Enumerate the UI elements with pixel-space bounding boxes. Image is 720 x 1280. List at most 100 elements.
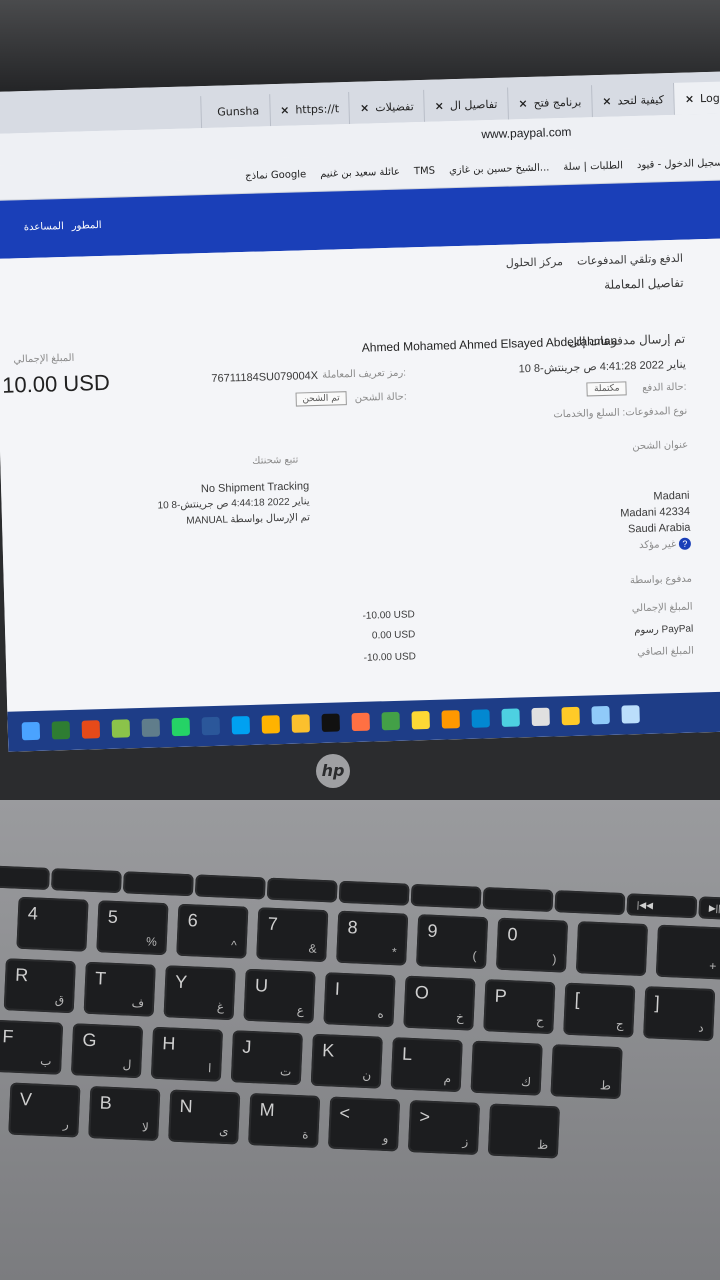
- key-arabic-label: ج: [615, 1016, 624, 1032]
- function-key[interactable]: [50, 868, 122, 894]
- keyboard-key[interactable]: 6 ^: [176, 903, 249, 959]
- app-icon[interactable]: [531, 707, 550, 727]
- photo: × Logged × كيفية لتحد × برنامج فتح × تفاصيل ال ×…: [0, 0, 720, 1280]
- key-arabic-label: لا: [141, 1120, 150, 1135]
- keyboard-key[interactable]: > ز: [407, 1099, 481, 1155]
- keyboard-key[interactable]: ] د: [643, 986, 716, 1042]
- keyboard-key[interactable]: 9(: [416, 914, 489, 970]
- breadcrumb-payments[interactable]: الدفع وتلقي المدفوعات: [577, 252, 683, 268]
- keyboard-key[interactable]: 4: [16, 896, 89, 952]
- close-icon[interactable]: ×: [685, 92, 695, 105]
- folder-icon[interactable]: [291, 714, 311, 733]
- breadcrumb-resolution[interactable]: مركز الحلول: [506, 255, 563, 270]
- function-key[interactable]: ▶||: [698, 896, 720, 922]
- settings-icon[interactable]: [501, 708, 520, 727]
- bookmark-item[interactable]: TMS: [414, 165, 435, 177]
- function-key[interactable]: [482, 886, 554, 913]
- keyboard-key[interactable]: 0): [495, 917, 569, 973]
- browser-tab[interactable]: × كيفية لتحد: [590, 82, 675, 118]
- keyboard-key[interactable]: [575, 921, 649, 977]
- bookmark-item[interactable]: عائلة سعيد بن غنيم: [320, 166, 400, 179]
- app-icon[interactable]: [111, 719, 131, 738]
- close-icon[interactable]: ×: [280, 103, 290, 116]
- nav-help-link[interactable]: المساعدة: [24, 221, 64, 233]
- keyboard-key[interactable]: Hا: [150, 1026, 224, 1082]
- keyboard-key[interactable]: Vر: [8, 1082, 81, 1138]
- nav-developer-link[interactable]: المطور: [72, 220, 102, 232]
- start-icon[interactable]: [21, 721, 41, 741]
- function-key[interactable]: [338, 880, 410, 906]
- function-key[interactable]: [266, 877, 338, 903]
- app-icon[interactable]: [591, 705, 610, 725]
- keyboard-key[interactable]: Oخ: [403, 975, 476, 1031]
- keyboard-key[interactable]: ك: [470, 1040, 543, 1096]
- keyboard-key[interactable]: Jت: [230, 1030, 303, 1086]
- office-icon[interactable]: [81, 720, 101, 739]
- browser-tab[interactable]: × https://t: [268, 91, 350, 127]
- keyboard-key[interactable]: +: [655, 924, 720, 980]
- key-latin-label: I: [334, 978, 341, 999]
- keyboard-key[interactable]: Gل: [70, 1023, 144, 1079]
- browser-tab[interactable]: × Logged: [673, 80, 720, 115]
- app-icon[interactable]: [621, 705, 640, 724]
- keyboard-key[interactable]: 7 &: [256, 907, 329, 963]
- function-key[interactable]: [194, 874, 266, 900]
- bookmark-item[interactable]: تسجيل الدخول - قيود: [637, 157, 720, 170]
- key-latin-label: L: [401, 1043, 413, 1065]
- browser-tab[interactable]: × تفاصيل ال: [423, 87, 508, 122]
- word-icon[interactable]: [201, 716, 221, 736]
- keyboard-key[interactable]: Tف: [83, 961, 156, 1017]
- function-key[interactable]: [0, 865, 50, 891]
- bookmark-item[interactable]: نماذج Google: [245, 169, 306, 182]
- keyboard-key[interactable]: 8 *: [336, 910, 409, 966]
- keyboard-key[interactable]: ظ: [487, 1103, 561, 1159]
- chrome-icon[interactable]: [381, 711, 400, 731]
- close-icon[interactable]: ×: [360, 101, 370, 114]
- key-latin-label: 7: [267, 913, 279, 935]
- browser-icon[interactable]: [231, 715, 251, 735]
- browser-tab[interactable]: × برنامج فتح: [506, 85, 592, 120]
- keyboard-key[interactable]: 5%: [96, 900, 169, 956]
- close-icon[interactable]: ×: [518, 96, 528, 109]
- info-icon[interactable]: ?: [678, 537, 692, 550]
- keyboard-key[interactable]: [ج: [563, 982, 636, 1038]
- folder-icon[interactable]: [561, 706, 580, 726]
- keyboard-key[interactable]: Kن: [310, 1033, 383, 1089]
- close-icon[interactable]: ×: [434, 99, 444, 112]
- function-key[interactable]: [554, 890, 626, 916]
- app-icon[interactable]: [471, 709, 490, 728]
- recipient-name[interactable]: Ahmed Mohamed Ahmed Elsayed Abdelrahman: [362, 334, 618, 355]
- keyboard-key[interactable]: Fب: [0, 1019, 64, 1075]
- app-icon[interactable]: [141, 718, 161, 738]
- keyboard-key[interactable]: ط: [550, 1044, 623, 1100]
- bookmark-item[interactable]: الشيخ حسين بن غازي...: [449, 162, 550, 176]
- key-label: ▶||: [708, 902, 720, 914]
- browser-tab[interactable]: × تفضيلات: [348, 89, 425, 124]
- function-key[interactable]: [410, 883, 482, 909]
- whatsapp-icon[interactable]: [171, 717, 191, 737]
- function-key[interactable]: |◀◀: [626, 893, 698, 919]
- notion-icon[interactable]: [321, 713, 340, 732]
- keyboard-key[interactable]: Lم: [390, 1037, 463, 1093]
- browser-tab[interactable]: Gunsha: [199, 94, 270, 129]
- bookmark-item[interactable]: الطلبات | سلة: [563, 160, 623, 173]
- search-icon[interactable]: [441, 710, 460, 729]
- keyboard-key[interactable]: Uع: [243, 968, 316, 1024]
- keyboard-key[interactable]: < و: [327, 1096, 401, 1152]
- transaction-date: 10 يناير 2022 4:41:28 ص جرينتش-8: [518, 358, 687, 376]
- key-arabic-label: ب: [39, 1053, 52, 1069]
- keyboard-key[interactable]: Yغ: [163, 965, 236, 1021]
- function-key[interactable]: [122, 871, 194, 897]
- keyboard-key[interactable]: Pح: [483, 979, 556, 1035]
- app-icon[interactable]: [411, 710, 430, 730]
- firefox-icon[interactable]: [351, 712, 370, 732]
- url-text[interactable]: www.paypal.com: [481, 125, 571, 142]
- app-icon[interactable]: [261, 715, 281, 734]
- keyboard-key[interactable]: B لا: [88, 1086, 161, 1142]
- keyboard-key[interactable]: Iه: [323, 972, 396, 1028]
- keyboard-key[interactable]: Rق: [3, 958, 76, 1014]
- keyboard-key[interactable]: Mة: [248, 1093, 321, 1149]
- excel-icon[interactable]: [51, 721, 71, 740]
- close-icon[interactable]: ×: [602, 94, 612, 107]
- keyboard-key[interactable]: Nى: [168, 1089, 241, 1145]
